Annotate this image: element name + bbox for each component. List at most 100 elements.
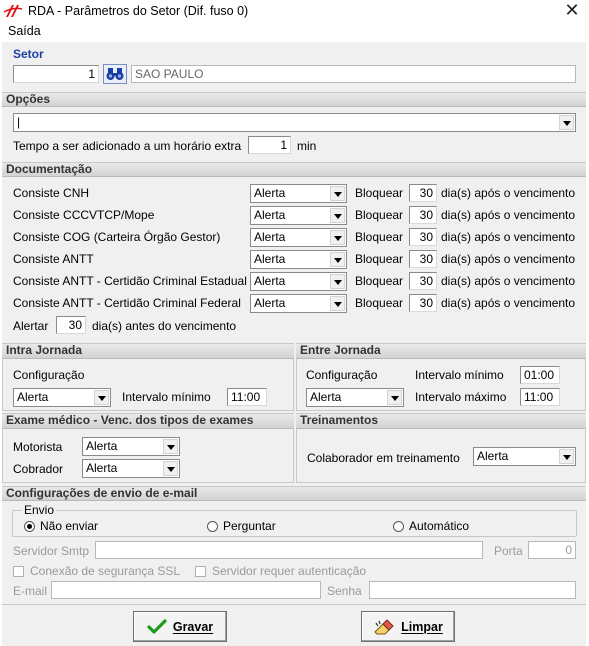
close-icon[interactable]: ✕ (562, 1, 582, 21)
binoculars-icon (106, 68, 124, 80)
button-bar-divider (2, 604, 586, 605)
entre-min-label: Intervalo mínimo (415, 368, 504, 382)
setor-header: Setor (13, 47, 44, 61)
smtp-input[interactable] (95, 541, 483, 559)
chevron-down-icon[interactable] (330, 252, 345, 267)
entre-config-label: Configuração (306, 368, 378, 382)
chevron-down-icon[interactable] (163, 461, 178, 476)
doc-row-mode-value: Alerta (254, 186, 286, 200)
intra-config-value: Alerta (17, 390, 49, 404)
doc-row-dias-label: dia(s) após o vencimento (441, 296, 576, 310)
doc-row-mode-value: Alerta (254, 296, 286, 310)
motorista-value: Alerta (86, 439, 118, 453)
doc-row-days-input[interactable]: 30 (409, 250, 437, 268)
menu-item-saida[interactable]: Saída (8, 24, 41, 38)
motorista-label: Motorista (13, 440, 63, 454)
chevron-down-icon[interactable] (330, 296, 345, 311)
intra-config-label: Configuração (13, 368, 85, 382)
chevron-down-icon[interactable] (559, 449, 574, 464)
alertar-suffix: dia(s) antes do vencimento (92, 319, 237, 333)
porta-label: Porta (494, 544, 523, 558)
doc-row-label: Consiste ANTT - Certidão Criminal Federa… (13, 296, 241, 310)
entre-max-input[interactable]: 11:00 (520, 388, 560, 406)
auth-checkbox-box[interactable] (195, 565, 206, 577)
chevron-down-icon[interactable] (163, 439, 178, 454)
doc-row-dias-label: dia(s) após o vencimento (441, 230, 576, 244)
doc-row-bloquear-label: Bloquear (355, 208, 404, 222)
treinamento-combo[interactable]: Alerta (473, 447, 576, 466)
checkmark-icon (147, 618, 167, 634)
motorista-combo[interactable]: Alerta (82, 437, 180, 456)
radio-nao-enviar[interactable]: Não enviar (24, 519, 98, 533)
doc-row-bloquear-label: Bloquear (355, 252, 404, 266)
doc-row-mode-combo[interactable]: Alerta (250, 294, 347, 313)
doc-row-bloquear-label: Bloquear (355, 186, 404, 200)
doc-row-days-input[interactable]: 30 (409, 228, 437, 246)
doc-row-dias-label: dia(s) após o vencimento (441, 186, 576, 200)
doc-row-days-input[interactable]: 30 (409, 294, 437, 312)
treinamento-value: Alerta (477, 449, 509, 463)
extra-time-input[interactable]: 1 (248, 136, 291, 154)
opcoes-combo[interactable]: | (13, 113, 576, 132)
chevron-down-icon[interactable] (330, 274, 345, 289)
eraser-icon (374, 618, 394, 634)
radio-perguntar[interactable]: Perguntar (207, 519, 276, 533)
envio-legend: Envio (22, 503, 57, 517)
doc-row-mode-combo[interactable]: Alerta (250, 228, 347, 247)
chevron-down-icon[interactable] (559, 115, 574, 130)
radio-nao-enviar-dot[interactable] (24, 520, 35, 532)
doc-row-mode-combo[interactable]: Alerta (250, 184, 347, 203)
ssl-checkbox-box[interactable] (13, 565, 24, 577)
doc-row-mode-combo[interactable]: Alerta (250, 272, 347, 291)
ssl-checkbox[interactable]: Conexão de segurança SSL (13, 564, 180, 578)
chevron-down-icon[interactable] (330, 208, 345, 223)
chevron-down-icon[interactable] (387, 390, 402, 405)
cobrador-combo[interactable]: Alerta (82, 459, 180, 478)
email-label: E-mail (13, 584, 48, 598)
intra-intervalo-input[interactable]: 11:00 (227, 388, 267, 406)
doc-row-mode-value: Alerta (254, 230, 286, 244)
menu-bar (0, 22, 589, 40)
chevron-down-icon[interactable] (330, 186, 345, 201)
radio-automatico-dot[interactable] (393, 520, 404, 532)
chevron-down-icon[interactable] (330, 230, 345, 245)
radio-perguntar-dot[interactable] (207, 520, 218, 532)
auth-checkbox[interactable]: Servidor requer autenticação (195, 564, 366, 578)
senha-input[interactable] (369, 581, 576, 599)
doc-row-bloquear-label: Bloquear (355, 230, 404, 244)
doc-row-dias-label: dia(s) após o vencimento (441, 208, 576, 222)
doc-row-label: Consiste COG (Carteira Órgão Gestor) (13, 230, 221, 244)
radio-nao-enviar-label: Não enviar (40, 519, 99, 533)
gravar-button[interactable]: Gravar (133, 611, 227, 642)
alertar-days-input[interactable]: 30 (56, 316, 86, 334)
radio-automatico[interactable]: Automático (393, 519, 469, 533)
intra-header: Intra Jornada (2, 343, 294, 359)
setor-code-input[interactable]: 1 (13, 65, 99, 83)
doc-row-days-input[interactable]: 30 (409, 206, 437, 224)
doc-row-label: Consiste CCCVTCP/Mope (13, 208, 155, 222)
doc-row-days-input[interactable]: 30 (409, 184, 437, 202)
doc-row-days-input[interactable]: 30 (409, 272, 437, 290)
senha-label: Senha (327, 584, 362, 598)
app-logo-icon (4, 5, 22, 17)
alertar-label: Alertar (13, 319, 49, 333)
doc-row-mode-combo[interactable]: Alerta (250, 250, 347, 269)
doc-row-label: Consiste ANTT - Certidão Criminal Estadu… (13, 274, 247, 288)
entre-config-combo[interactable]: Alerta (306, 388, 404, 407)
extra-time-unit: min (297, 139, 317, 153)
porta-input[interactable]: 0 (528, 541, 576, 559)
window-title: RDA - Parâmetros do Setor (Dif. fuso 0) (28, 4, 249, 18)
treinamento-label: Colaborador em treinamento (307, 451, 460, 465)
email-input[interactable] (51, 581, 321, 599)
intra-intervalo-label: Intervalo mínimo (122, 390, 211, 404)
doc-row-dias-label: dia(s) após o vencimento (441, 274, 576, 288)
opcoes-header: Opções (2, 92, 586, 107)
chevron-down-icon[interactable] (94, 390, 109, 405)
limpar-button[interactable]: Limpar (361, 611, 455, 642)
search-setor-button[interactable] (103, 64, 127, 84)
entre-min-input[interactable]: 01:00 (520, 366, 560, 384)
doc-row-label: Consiste CNH (13, 186, 90, 200)
radio-perguntar-label: Perguntar (223, 519, 276, 533)
intra-config-combo[interactable]: Alerta (13, 388, 111, 407)
doc-row-mode-combo[interactable]: Alerta (250, 206, 347, 225)
